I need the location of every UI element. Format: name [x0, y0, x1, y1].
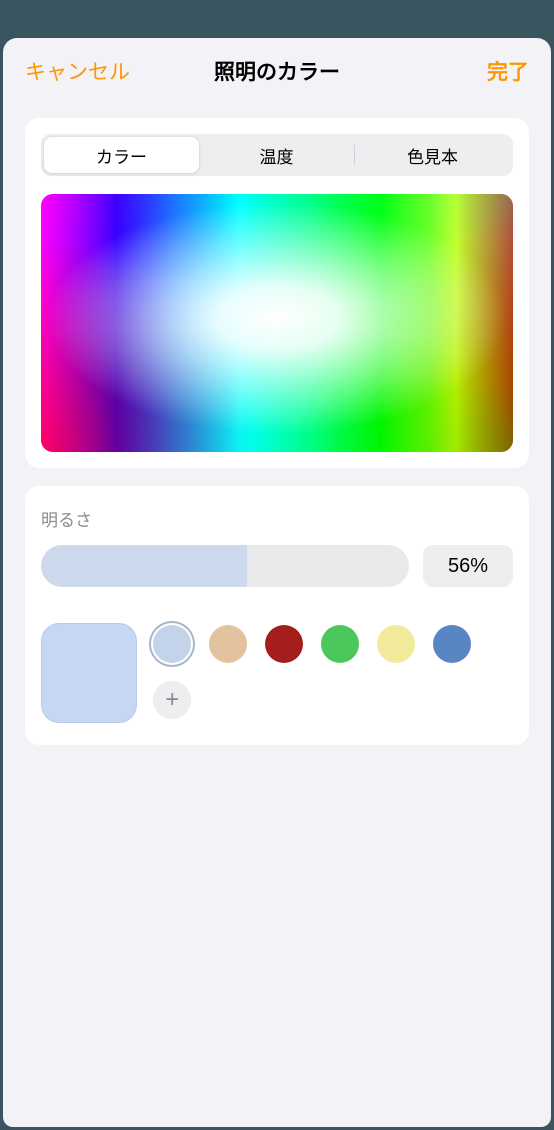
color-card: カラー 温度 色見本	[25, 118, 529, 468]
current-color-swatch	[41, 623, 137, 723]
tab-color[interactable]: カラー	[44, 137, 199, 173]
swatch-0[interactable]	[153, 625, 191, 663]
color-spectrum-picker[interactable]	[41, 194, 513, 452]
swatch-4[interactable]	[377, 625, 415, 663]
color-picker-sheet: キャンセル 照明のカラー 完了 カラー 温度 色見本 明るさ 56%	[3, 38, 551, 1127]
nav-header: キャンセル 照明のカラー 完了	[3, 38, 551, 100]
add-swatch-button[interactable]: +	[153, 681, 191, 719]
tab-temperature[interactable]: 温度	[199, 137, 354, 173]
tab-swatches[interactable]: 色見本	[355, 137, 510, 173]
swatch-3[interactable]	[321, 625, 359, 663]
saved-swatches: +	[153, 623, 513, 719]
brightness-slider-fill	[41, 545, 247, 587]
brightness-slider[interactable]	[41, 545, 409, 587]
segmented-control: カラー 温度 色見本	[41, 134, 513, 176]
swatch-1[interactable]	[209, 625, 247, 663]
brightness-value: 56%	[423, 545, 513, 587]
page-title: 照明のカラー	[214, 56, 340, 86]
swatch-2[interactable]	[265, 625, 303, 663]
done-button[interactable]: 完了	[487, 56, 529, 86]
brightness-row: 56%	[41, 545, 513, 587]
cancel-button[interactable]: キャンセル	[25, 56, 130, 86]
brightness-label: 明るさ	[41, 506, 513, 531]
brightness-card: 明るさ 56% +	[25, 486, 529, 745]
swatch-5[interactable]	[433, 625, 471, 663]
swatch-row: +	[41, 623, 513, 723]
